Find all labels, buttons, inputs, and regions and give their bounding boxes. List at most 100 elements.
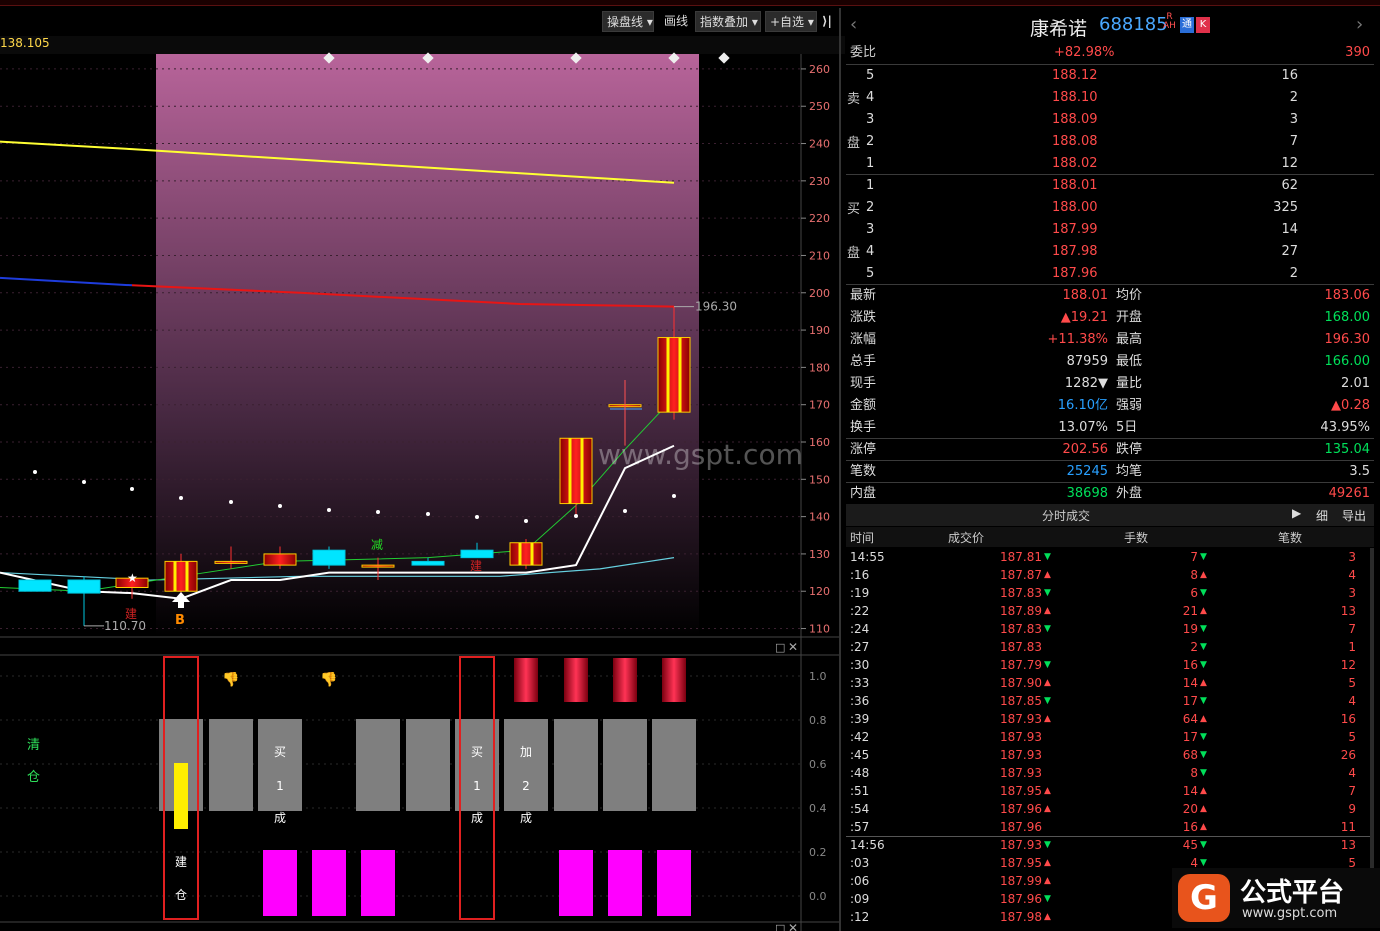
trades-header-bar: 分时成交 ▶ 细 导出	[846, 504, 1374, 526]
maximize-pane-icon-2[interactable]: □	[775, 922, 785, 931]
gray-signal-block	[209, 719, 253, 811]
trade-price: 187.85	[1000, 694, 1042, 708]
sell-level-row: 5 188.12 16	[846, 65, 1374, 87]
candle-body-up	[263, 553, 297, 566]
trade-price: 187.87	[1000, 568, 1042, 582]
signal-dot	[672, 494, 676, 498]
trade-volume-dir: ▲	[1200, 678, 1207, 688]
trade-count: 4	[1348, 766, 1356, 780]
buy1-text: 成	[471, 811, 483, 825]
level-num: 3	[866, 112, 875, 127]
signal-panel[interactable]: 1.00.80.60.40.20.0建仓买1成买1成加2成👎 👎	[0, 656, 827, 920]
caopanxian-label: 操盘线	[607, 15, 644, 29]
stat-value: 3.5	[1349, 464, 1370, 479]
draw-line-button[interactable]: 画线	[660, 11, 690, 32]
trade-price-dir: ▲	[1044, 804, 1051, 814]
y-tick-label: 170	[809, 399, 830, 412]
trade-count: 5	[1348, 730, 1356, 744]
trade-volume: 6	[1190, 586, 1198, 600]
red-signal-pillar	[662, 658, 686, 702]
prev-stock-icon[interactable]: ‹	[850, 14, 857, 35]
trade-volume: 19	[1182, 622, 1198, 636]
trade-row: :45 187.93 68 ▼ 26	[846, 746, 1374, 764]
trade-volume-dir: ▼	[1200, 696, 1207, 706]
maximize-pane-icon[interactable]: □	[775, 641, 785, 654]
trade-count: 9	[1348, 802, 1356, 816]
trade-time: :06	[850, 874, 870, 888]
double-chevron-right-icon[interactable]: ⟩|	[822, 11, 840, 32]
buy1-text: 买	[274, 745, 286, 759]
signal-dot	[376, 510, 380, 514]
trade-price: 187.98	[1000, 910, 1042, 924]
weibi-row: 委比 +82.98% 390	[846, 42, 1374, 64]
gray-signal-block	[554, 719, 598, 811]
trade-price-dir: ▼	[1044, 840, 1051, 850]
stat-label: 内盘	[850, 486, 877, 501]
trade-price: 187.83	[1000, 640, 1042, 654]
trade-count: 7	[1348, 622, 1356, 636]
stat-label: 均价	[1116, 288, 1143, 303]
trade-count: 16	[1340, 712, 1356, 726]
magenta-signal-block	[657, 850, 691, 916]
stat-label: 总手	[850, 354, 877, 369]
level-price: 188.10	[1052, 90, 1098, 105]
trade-volume-dir: ▼	[1200, 660, 1207, 670]
trade-volume-dir: ▲	[1200, 606, 1207, 616]
index-overlay-button[interactable]: 指数叠加 ▾	[695, 11, 761, 32]
sell-level-row: 3 188.09 3	[846, 109, 1374, 131]
level-price: 187.96	[1052, 266, 1098, 281]
trade-volume-dir: ▲	[1200, 714, 1207, 724]
trade-volume-dir: ▼	[1200, 642, 1207, 652]
yellow-signal-bar	[174, 763, 188, 829]
close-pane-icon[interactable]: ✕	[788, 640, 798, 654]
trade-time: :39	[850, 712, 870, 726]
stat-label: 强弱	[1116, 398, 1143, 413]
gray-signal-block	[504, 719, 548, 811]
draw-line-label: 画线	[664, 14, 689, 28]
trade-count: 3	[1348, 550, 1356, 564]
add-watchlist-button[interactable]: +自选 ▾	[765, 11, 817, 32]
export-button[interactable]: 导出	[1342, 507, 1366, 524]
stat-label: 开盘	[1116, 310, 1143, 325]
level-price: 188.12	[1052, 68, 1098, 83]
trade-volume: 2	[1190, 640, 1198, 654]
trade-price: 187.89	[1000, 604, 1042, 618]
stat-value: 135.04	[1324, 442, 1371, 457]
candle-body-down	[460, 549, 494, 559]
stat-value: ▲0.28	[1331, 398, 1370, 413]
stat-value: 2.01	[1341, 376, 1370, 391]
stat-value: 13.07%	[1058, 420, 1108, 435]
magenta-signal-block	[608, 850, 642, 916]
trade-price-dir: ▲	[1044, 678, 1051, 688]
level-volume: 2	[1289, 90, 1298, 105]
caopanxian-button[interactable]: 操盘线 ▾	[602, 11, 654, 32]
candle-body-up	[361, 564, 395, 568]
trade-volume: 16	[1182, 658, 1198, 672]
trade-time: :22	[850, 604, 870, 618]
trade-price: 187.93	[1000, 712, 1042, 726]
trade-volume: 17	[1182, 694, 1198, 708]
trade-price-dir: ▲	[1044, 606, 1051, 616]
trade-count: 11	[1340, 820, 1356, 834]
buy1-text: 买	[471, 745, 483, 759]
candle-body-up	[657, 337, 691, 413]
kline-badge[interactable]: K	[1196, 17, 1210, 33]
trade-price-dir: ▲	[1044, 858, 1051, 868]
detail-button[interactable]: 细	[1316, 507, 1328, 524]
sell-level-row: 4 188.10 2	[846, 87, 1374, 109]
candle-body-up	[214, 560, 248, 564]
add2-text: 成	[520, 811, 532, 825]
weibi-label: 委比	[850, 45, 877, 60]
trade-time: :27	[850, 640, 870, 654]
stat-label: 涨停	[850, 442, 877, 457]
trade-count: 1	[1348, 640, 1356, 654]
trade-row: :24 187.83 ▼ 19 ▼ 7	[846, 620, 1374, 638]
level-price: 188.09	[1052, 112, 1098, 127]
play-icon[interactable]: ▶	[1292, 506, 1301, 520]
sub-tick-label: 0.0	[809, 890, 827, 903]
next-stock-icon[interactable]: ›	[1356, 14, 1363, 35]
close-pane-icon-2[interactable]: ✕	[788, 921, 798, 931]
connect-badge[interactable]: 通	[1180, 17, 1194, 33]
trade-volume-dir: ▼	[1200, 624, 1207, 634]
y-tick-label: 180	[809, 361, 830, 374]
